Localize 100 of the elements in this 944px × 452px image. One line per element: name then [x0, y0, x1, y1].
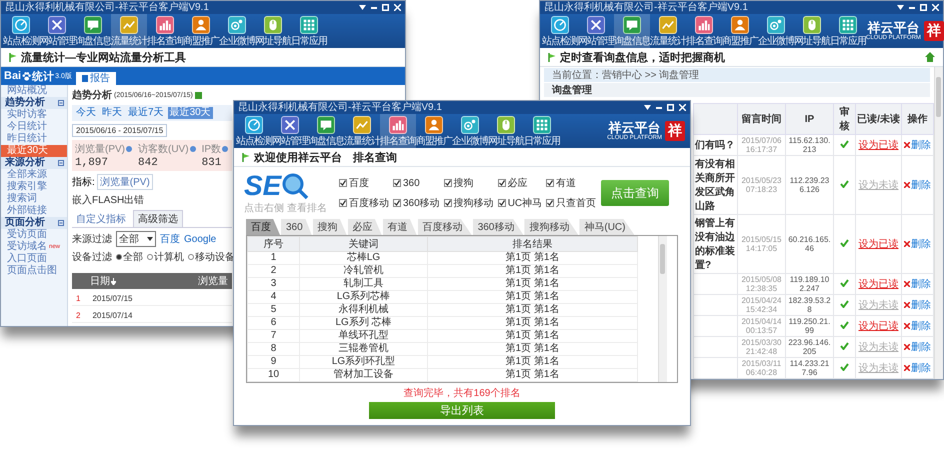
- maximize-icon[interactable]: [920, 4, 927, 11]
- radio-label[interactable]: 移动设备: [195, 250, 235, 264]
- report-tab[interactable]: 报告: [76, 72, 116, 85]
- engine-tab[interactable]: 神马(UC): [579, 219, 634, 235]
- collapse-icon[interactable]: [58, 220, 64, 226]
- toolbar-button[interactable]: 网站管理: [578, 14, 614, 48]
- sidebar-item[interactable]: 今日统计: [1, 121, 67, 133]
- radio-button[interactable]: [188, 254, 194, 260]
- column-header[interactable]: 日期: [90, 274, 110, 288]
- home-icon[interactable]: [925, 52, 935, 62]
- checkbox-label[interactable]: 百度: [349, 176, 369, 190]
- minimize-icon[interactable]: [371, 6, 377, 8]
- engine-tab[interactable]: 百度移动: [418, 219, 472, 235]
- toolbar-button[interactable]: 网站管理: [272, 114, 308, 148]
- toolbar-button[interactable]: 流量统计: [344, 114, 380, 148]
- toolbar-button[interactable]: 日常应用: [830, 14, 866, 48]
- toolbar-button[interactable]: 流量统计: [650, 14, 686, 48]
- maximize-icon[interactable]: [382, 4, 389, 11]
- checkbox-label[interactable]: 360: [403, 178, 420, 188]
- sidebar-section[interactable]: 趋势分析: [1, 97, 67, 109]
- checkbox-label[interactable]: 必应: [508, 176, 528, 190]
- toolbar-button[interactable]: 询盘信息: [75, 14, 111, 48]
- toolbar-button[interactable]: 商盟推广: [183, 14, 219, 48]
- radio-label[interactable]: 计算机: [154, 250, 184, 264]
- export-icon[interactable]: [194, 92, 202, 98]
- filter-tab[interactable]: 自定义指标: [72, 210, 130, 227]
- toolbar-button[interactable]: 企业微博: [758, 14, 794, 48]
- toolbar-button[interactable]: 日常应用: [524, 114, 560, 148]
- toolbar-button[interactable]: 询盘信息: [308, 114, 344, 148]
- radio-label[interactable]: 全部: [123, 250, 143, 264]
- checkbox[interactable]: [339, 179, 347, 187]
- sidebar-section[interactable]: 来源分析: [1, 157, 67, 169]
- date-button[interactable]: 最近7天: [126, 107, 166, 119]
- sidebar-item[interactable]: 外部链接: [1, 205, 67, 217]
- checkbox[interactable]: [393, 179, 401, 187]
- toolbar-button[interactable]: 商盟推广: [722, 14, 758, 48]
- close-icon[interactable]: [932, 4, 939, 11]
- sidebar-item[interactable]: 页面点击图: [1, 265, 67, 277]
- sidebar-item[interactable]: 全部来源: [1, 169, 67, 181]
- source-select[interactable]: 全部: [116, 231, 156, 247]
- checkbox[interactable]: [339, 199, 347, 207]
- sidebar-item[interactable]: 网站概况: [1, 85, 67, 97]
- maximize-icon[interactable]: [667, 104, 674, 111]
- toolbar-button[interactable]: 网址导航: [488, 114, 524, 148]
- date-button[interactable]: 今天: [74, 107, 98, 119]
- engine-tab[interactable]: 搜狗: [312, 219, 347, 235]
- dropdown-icon[interactable]: [359, 5, 366, 10]
- checkbox-label[interactable]: 百度移动: [349, 196, 389, 210]
- checkbox-label[interactable]: 搜狗移动: [454, 196, 494, 210]
- toolbar-button[interactable]: 企业微博: [452, 114, 488, 148]
- checkbox[interactable]: [444, 179, 452, 187]
- toolbar-button[interactable]: 站点检测: [3, 14, 39, 48]
- radio-button[interactable]: [116, 254, 122, 260]
- column-header[interactable]: 浏览量: [198, 274, 228, 288]
- toolbar-button[interactable]: 站点检测: [542, 14, 578, 48]
- engine-tab[interactable]: 360: [281, 219, 312, 235]
- source-link[interactable]: 百度: [160, 232, 180, 246]
- collapse-icon[interactable]: [58, 100, 64, 106]
- sidebar-section[interactable]: 页面分析: [1, 217, 67, 229]
- engine-tab[interactable]: 有道: [382, 219, 417, 235]
- checkbox-label[interactable]: 只查首页: [556, 196, 596, 210]
- checkbox[interactable]: [498, 199, 506, 207]
- checkbox[interactable]: [444, 199, 452, 207]
- engine-tab[interactable]: 百度: [246, 219, 280, 235]
- engine-tab[interactable]: 必应: [348, 219, 382, 235]
- checkbox-label[interactable]: 搜狗: [454, 176, 474, 190]
- sort-arrow-icon[interactable]: [111, 278, 116, 284]
- toolbar-button[interactable]: 流量统计: [111, 14, 147, 48]
- checkbox[interactable]: [498, 179, 506, 187]
- toolbar-button[interactable]: 网站管理: [39, 14, 75, 48]
- toolbar-button[interactable]: 商盟推广: [416, 114, 452, 148]
- sidebar-item[interactable]: 搜索引擎: [1, 181, 67, 193]
- sidebar-item[interactable]: 搜索词: [1, 193, 67, 205]
- collapse-icon[interactable]: [58, 160, 64, 166]
- minimize-icon[interactable]: [909, 6, 915, 8]
- checkbox[interactable]: [393, 199, 401, 207]
- metric-dropdown[interactable]: 浏览量(PV): [96, 174, 153, 190]
- close-icon[interactable]: [394, 4, 401, 11]
- toolbar-button[interactable]: 网址导航: [794, 14, 830, 48]
- dropdown-arrow-icon[interactable]: [147, 237, 153, 241]
- sidebar-item[interactable]: 受访页面: [1, 229, 67, 241]
- minimize-icon[interactable]: [656, 106, 662, 108]
- dropdown-icon[interactable]: [644, 105, 651, 110]
- toolbar-button[interactable]: 排名查询: [686, 14, 722, 48]
- toolbar-button[interactable]: 企业微博: [219, 14, 255, 48]
- sidebar-item[interactable]: 昨日统计: [1, 133, 67, 145]
- checkbox-label[interactable]: UC神马: [508, 196, 542, 210]
- close-icon[interactable]: [679, 104, 686, 111]
- date-picker[interactable]: 2015/06/16 - 2015/07/15: [72, 124, 168, 137]
- dropdown-icon[interactable]: [897, 5, 904, 10]
- read-toggle-link[interactable]: 设为已读: [858, 239, 898, 250]
- scrollbar[interactable]: [658, 236, 667, 382]
- toolbar-button[interactable]: 站点检测: [236, 114, 272, 148]
- engine-tab[interactable]: 搜狗移动: [524, 219, 578, 235]
- sidebar-item[interactable]: 实时访客: [1, 109, 67, 121]
- checkbox[interactable]: [546, 179, 554, 187]
- scrollbar[interactable]: [934, 67, 943, 379]
- radio-button[interactable]: [147, 254, 153, 260]
- checkbox-label[interactable]: 有道: [556, 176, 576, 190]
- toolbar-button[interactable]: 日常应用: [291, 14, 327, 48]
